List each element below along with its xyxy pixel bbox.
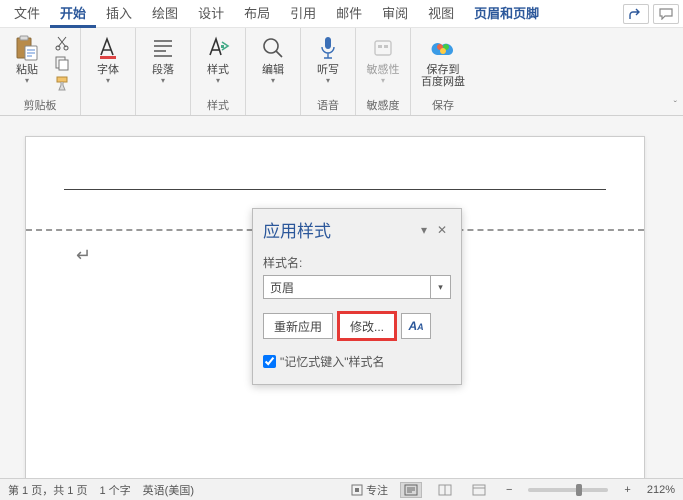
paragraph-icon bbox=[149, 34, 177, 62]
pane-options-button[interactable]: ▾ bbox=[415, 223, 433, 237]
styles-pane-button[interactable]: AA bbox=[401, 313, 431, 339]
group-paragraph: 段落 ▾ bbox=[136, 28, 191, 115]
autocomplete-checkbox[interactable] bbox=[263, 355, 276, 368]
zoom-out-button[interactable]: − bbox=[502, 484, 516, 496]
group-font: 字体 ▾ bbox=[81, 28, 136, 115]
ribbon: 粘贴 ▾ 剪贴板 字体 bbox=[0, 28, 683, 116]
style-name-combo[interactable]: 页眉 ▾ bbox=[263, 275, 451, 299]
view-read-mode-button[interactable] bbox=[434, 482, 456, 498]
group-clipboard: 粘贴 ▾ 剪贴板 bbox=[0, 28, 81, 115]
tab-review[interactable]: 审阅 bbox=[372, 0, 418, 28]
collapse-ribbon-button[interactable]: ˇ bbox=[674, 100, 677, 111]
tab-references[interactable]: 引用 bbox=[280, 0, 326, 28]
view-print-layout-button[interactable] bbox=[400, 482, 422, 498]
microphone-icon bbox=[314, 34, 342, 62]
group-voice: 听写 ▾ 语音 bbox=[301, 28, 356, 115]
tab-home[interactable]: 开始 bbox=[50, 0, 96, 28]
pane-title: 应用样式 bbox=[263, 217, 415, 242]
comments-button[interactable] bbox=[653, 4, 679, 24]
style-name-label: 样式名: bbox=[263, 254, 451, 271]
tab-file[interactable]: 文件 bbox=[4, 0, 50, 28]
tab-draw[interactable]: 绘图 bbox=[142, 0, 188, 28]
style-name-dropdown-button[interactable]: ▾ bbox=[431, 275, 451, 299]
font-icon bbox=[94, 34, 122, 62]
save-to-cloud-button[interactable]: 保存到百度网盘 bbox=[419, 32, 467, 88]
reapply-button[interactable]: 重新应用 bbox=[263, 313, 333, 339]
cut-button[interactable] bbox=[52, 34, 72, 52]
paragraph-mark-icon: ↵ bbox=[76, 245, 91, 266]
style-name-input[interactable]: 页眉 bbox=[263, 275, 431, 299]
font-button[interactable]: 字体 ▾ bbox=[89, 32, 127, 84]
group-styles: 样式 ▾ 样式 bbox=[191, 28, 246, 115]
status-bar: 第 1 页，共 1 页 1 个字 英语(美国) 专注 − + 212% bbox=[0, 478, 683, 500]
status-page[interactable]: 第 1 页，共 1 页 bbox=[8, 482, 87, 498]
styles-icon bbox=[204, 34, 232, 62]
group-edit: 编辑 ▾ bbox=[246, 28, 301, 115]
tab-header-footer[interactable]: 页眉和页脚 bbox=[464, 0, 549, 28]
tab-view[interactable]: 视图 bbox=[418, 0, 464, 28]
paragraph-button[interactable]: 段落 ▾ bbox=[144, 32, 182, 84]
group-save: 保存到百度网盘 保存 bbox=[411, 28, 475, 115]
tab-design[interactable]: 设计 bbox=[188, 0, 234, 28]
styles-aa-icon: AA bbox=[408, 319, 423, 333]
cloud-icon bbox=[429, 34, 457, 62]
tab-layout[interactable]: 布局 bbox=[234, 0, 280, 28]
sensitivity-icon bbox=[369, 34, 397, 62]
tab-mail[interactable]: 邮件 bbox=[326, 0, 372, 28]
zoom-slider[interactable] bbox=[528, 488, 608, 492]
styles-button[interactable]: 样式 ▾ bbox=[199, 32, 237, 84]
pane-close-button[interactable]: ✕ bbox=[433, 223, 451, 237]
header-rule bbox=[64, 189, 606, 190]
copy-button[interactable] bbox=[52, 54, 72, 72]
sensitivity-button[interactable]: 敏感性 ▾ bbox=[364, 32, 402, 84]
zoom-level[interactable]: 212% bbox=[647, 484, 675, 496]
edit-button[interactable]: 编辑 ▾ bbox=[254, 32, 292, 84]
paste-icon bbox=[13, 34, 41, 62]
view-web-layout-button[interactable] bbox=[468, 482, 490, 498]
apply-styles-pane: 应用样式 ▾ ✕ 样式名: 页眉 ▾ 重新应用 修改... AA "记忆式键入"… bbox=[252, 208, 462, 385]
share-button[interactable] bbox=[623, 4, 649, 24]
status-language[interactable]: 英语(美国) bbox=[143, 482, 194, 498]
zoom-in-button[interactable]: + bbox=[620, 484, 634, 496]
status-word-count[interactable]: 1 个字 bbox=[99, 482, 130, 498]
dictate-button[interactable]: 听写 ▾ bbox=[309, 32, 347, 84]
tab-insert[interactable]: 插入 bbox=[96, 0, 142, 28]
paste-button[interactable]: 粘贴 ▾ bbox=[8, 32, 46, 84]
focus-icon bbox=[351, 484, 363, 496]
status-focus[interactable]: 专注 bbox=[351, 482, 388, 498]
tab-bar: 文件 开始 插入 绘图 设计 布局 引用 邮件 审阅 视图 页眉和页脚 bbox=[0, 0, 683, 28]
autocomplete-checkbox-row[interactable]: "记忆式键入"样式名 bbox=[263, 353, 451, 370]
search-icon bbox=[259, 34, 287, 62]
modify-button[interactable]: 修改... bbox=[339, 313, 395, 339]
group-sensitivity: 敏感性 ▾ 敏感度 bbox=[356, 28, 411, 115]
format-painter-button[interactable] bbox=[52, 74, 72, 92]
